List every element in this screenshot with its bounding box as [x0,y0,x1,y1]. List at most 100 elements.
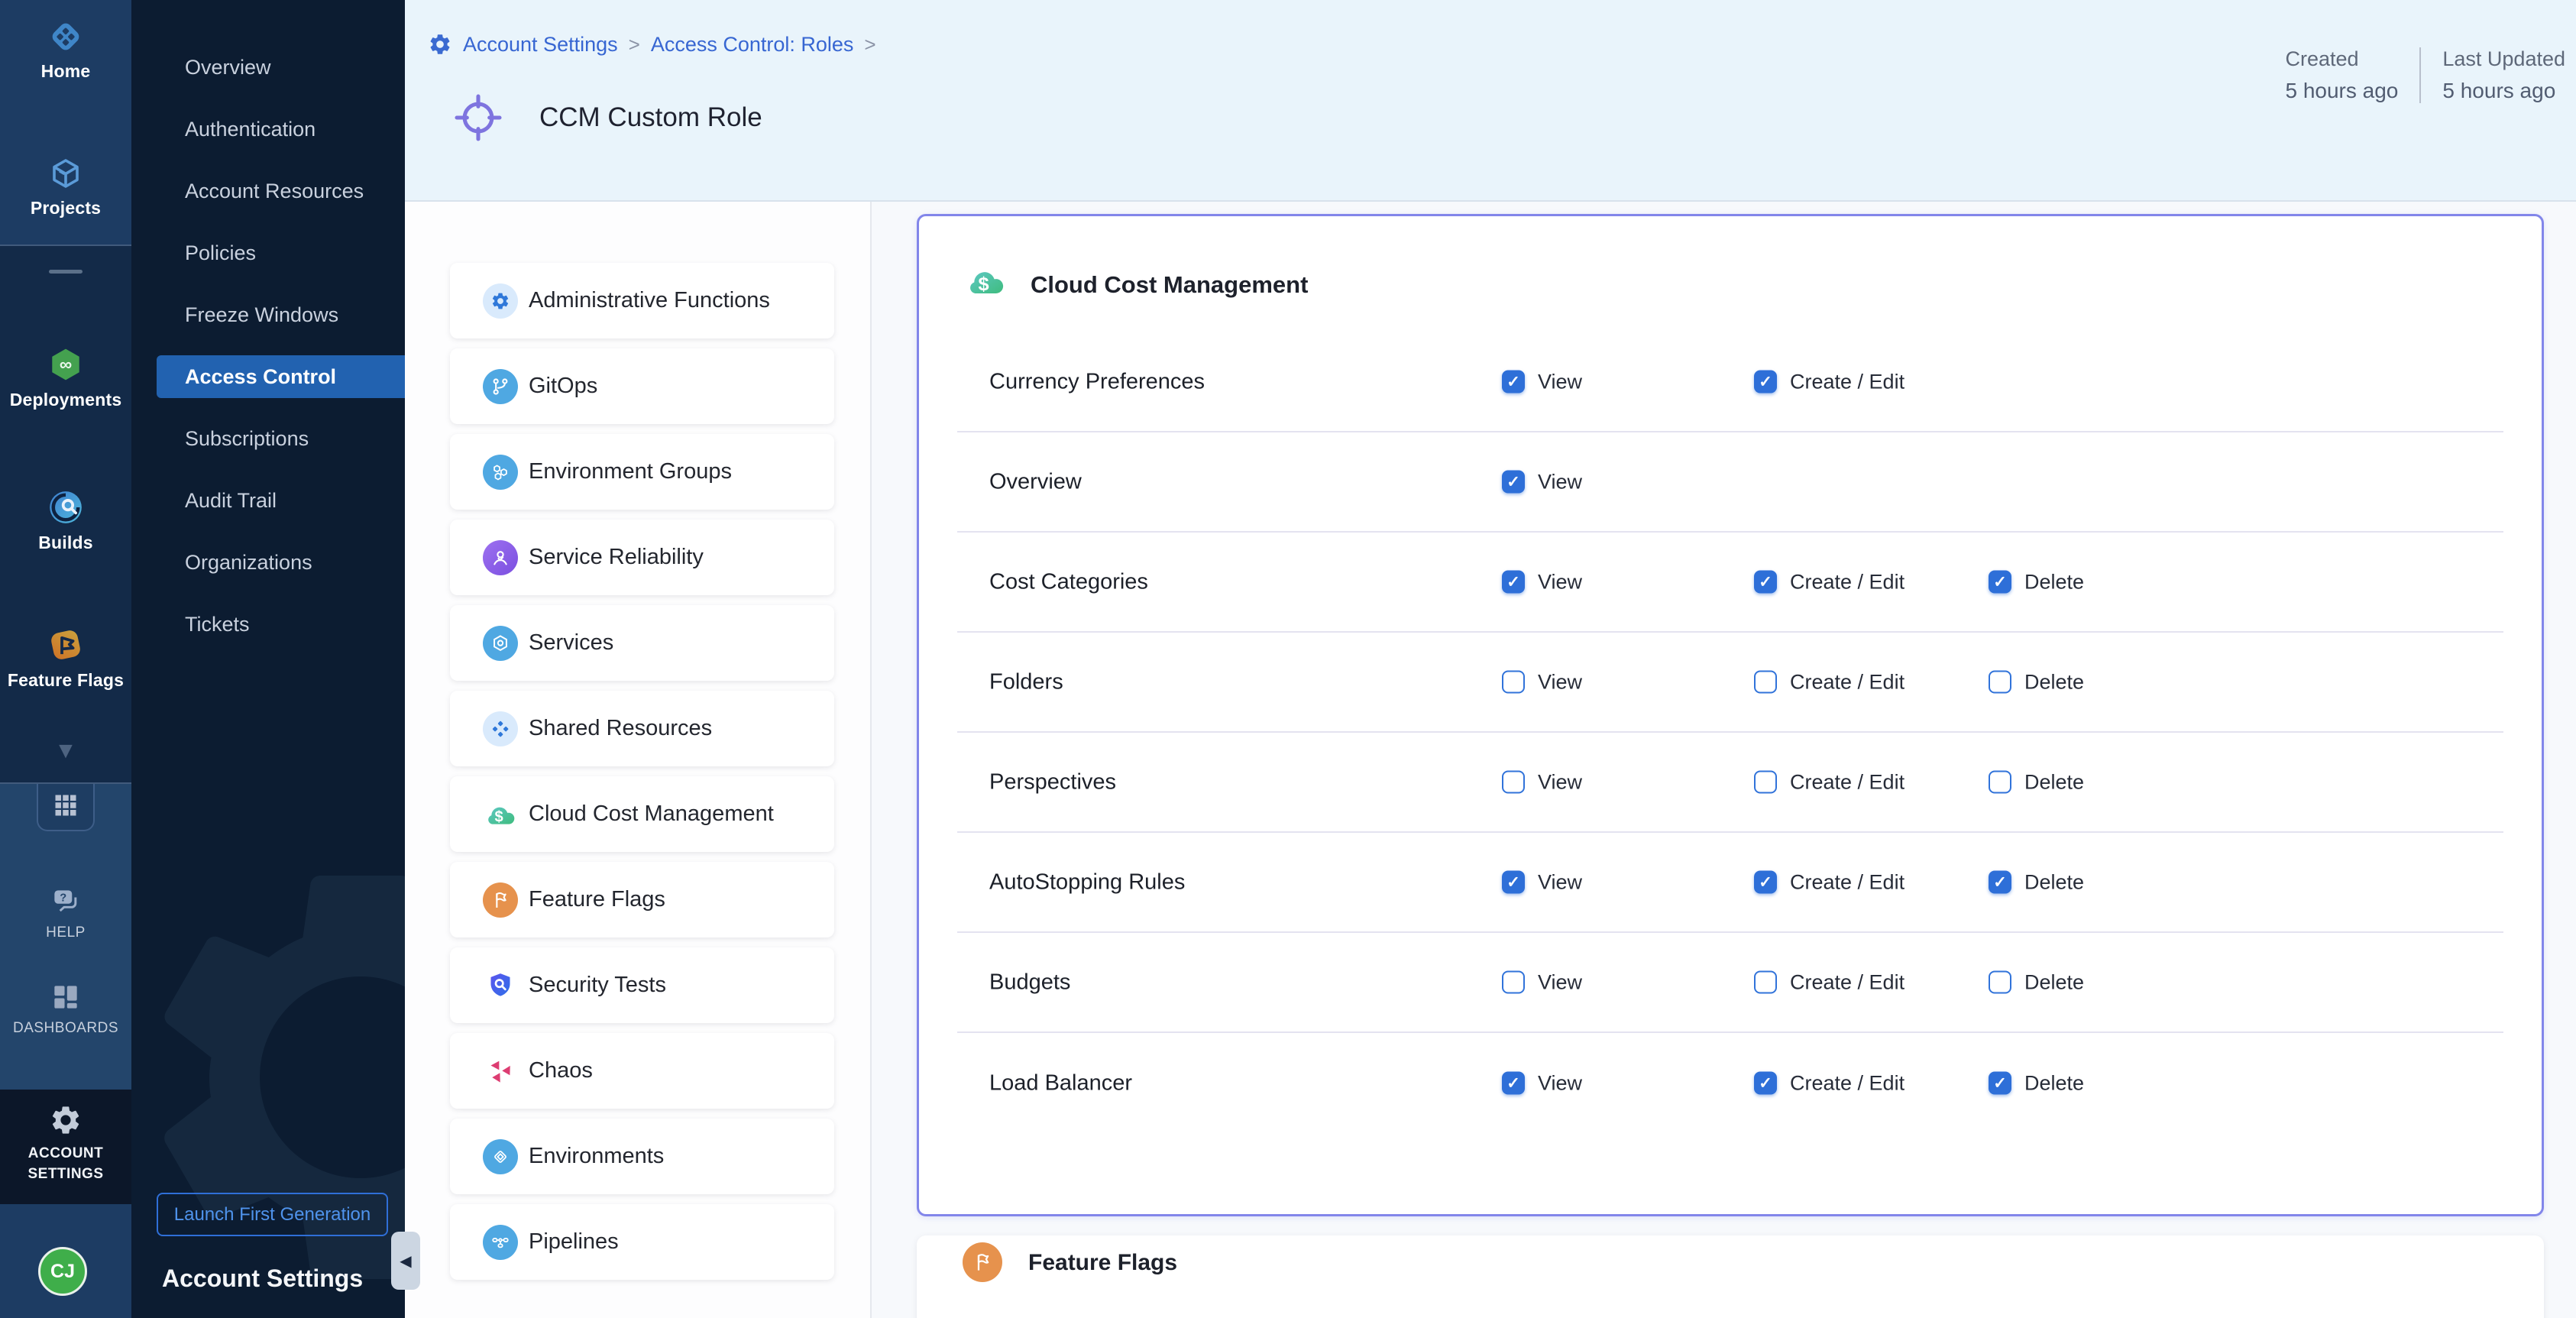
view-checkbox[interactable] [1502,871,1525,894]
sidebar-collapse-button[interactable]: ◀ [391,1232,420,1290]
git-branch-icon [483,369,518,404]
panel-title: Feature Flags [1028,1250,1177,1276]
view-label: View [1538,1071,1582,1095]
resource-card-services[interactable]: Services [450,605,834,681]
rail-item-label: Home [0,61,131,82]
delete-checkbox[interactable] [1989,771,2011,794]
view-cell: View [1502,1071,1582,1095]
resource-card-label: Administrative Functions [529,288,770,313]
delete-checkbox[interactable] [1989,671,2011,694]
permission-name: Perspectives [989,769,1116,795]
create-edit-label: Create / Edit [1790,670,1904,694]
rail-item-label: Projects [0,198,131,219]
view-checkbox[interactable] [1502,971,1525,994]
create-edit-checkbox[interactable] [1754,1072,1777,1095]
settings-nav-item-policies[interactable]: Policies [157,232,405,274]
delete-cell: Delete [1989,670,2084,694]
resource-card-service-reliability[interactable]: Service Reliability [450,520,834,595]
create-edit-checkbox[interactable] [1754,571,1777,594]
page-body: Administrative Functions GitOps Environm… [405,202,2576,1318]
permission-name: AutoStopping Rules [989,869,1185,895]
delete-checkbox[interactable] [1989,1072,2011,1095]
permission-row-perspectives: Perspectives View Create / Edit Delete [957,733,2503,833]
gear-icon [483,283,518,319]
view-checkbox[interactable] [1502,371,1525,393]
rail-collapse-dash[interactable] [49,270,83,274]
create-edit-checkbox[interactable] [1754,671,1777,694]
flag-icon [963,1242,1002,1282]
resource-card-feature-flags[interactable]: Feature Flags [450,862,834,937]
rail-item-account-settings[interactable]: ACCOUNT SETTINGS [0,1103,131,1184]
create-edit-cell: Create / Edit [1754,1071,1904,1095]
dashboards-grid-icon [0,980,131,1014]
cube-icon [0,155,131,192]
avatar[interactable]: CJ [38,1247,87,1296]
create-edit-checkbox[interactable] [1754,371,1777,393]
resource-card-environments[interactable]: Environments [450,1119,834,1194]
resource-card-shared-resources[interactable]: Shared Resources [450,691,834,766]
settings-nav-item-audit-trail[interactable]: Audit Trail [157,479,405,522]
view-checkbox[interactable] [1502,671,1525,694]
view-checkbox[interactable] [1502,1072,1525,1095]
resource-card-security-tests[interactable]: Security Tests [450,947,834,1023]
launch-first-generation-button[interactable]: Launch First Generation [157,1193,388,1236]
permission-name: Overview [989,469,1082,494]
create-edit-label: Create / Edit [1790,1071,1904,1095]
view-checkbox[interactable] [1502,771,1525,794]
deployments-hexagon-icon: ∞ [0,345,131,384]
rail-item-builds[interactable]: Builds [0,488,131,553]
rail-item-feature-flags[interactable]: Feature Flags [0,626,131,691]
settings-nav-item-authentication[interactable]: Authentication [157,108,405,151]
chevron-down-icon[interactable]: ▼ [0,738,131,764]
resource-card-gitops[interactable]: GitOps [450,348,834,424]
permission-row-budgets: Budgets View Create / Edit Delete [957,933,2503,1033]
rail-item-deployments[interactable]: ∞ Deployments [0,345,131,410]
shield-search-icon [483,968,518,1003]
breadcrumb: Account Settings > Access Control: Roles… [428,32,876,57]
permission-name: Load Balancer [989,1070,1132,1096]
delete-checkbox[interactable] [1989,971,2011,994]
rail-item-dashboards[interactable]: DASHBOARDS [0,980,131,1037]
rail-item-label: HELP [0,925,131,941]
sidebar-footer-title: Account Settings [162,1265,363,1293]
rail-item-home[interactable]: Home [0,18,131,82]
resource-card-administrative-functions[interactable]: Administrative Functions [450,263,834,338]
view-checkbox[interactable] [1502,571,1525,594]
settings-nav-item-access-control[interactable]: Access Control [157,355,405,398]
settings-nav-item-account-resources[interactable]: Account Resources [157,170,405,212]
permission-row-currency-preferences: Currency Preferences View Create / Edit … [957,332,2503,432]
create-edit-cell: Create / Edit [1754,570,1904,594]
permission-row-cost-categories: Cost Categories View Create / Edit Delet… [957,533,2503,633]
resource-card-pipelines[interactable]: Pipelines [450,1204,834,1280]
view-checkbox[interactable] [1502,471,1525,494]
delete-checkbox[interactable] [1989,871,2011,894]
create-edit-checkbox[interactable] [1754,871,1777,894]
rail-item-projects[interactable]: Projects [0,155,131,219]
create-edit-checkbox[interactable] [1754,771,1777,794]
permission-name: Budgets [989,970,1070,995]
resource-card-label: Chaos [529,1058,593,1083]
breadcrumb-link-access-control-roles[interactable]: Access Control: Roles [651,33,854,57]
delete-checkbox[interactable] [1989,571,2011,594]
view-cell: View [1502,870,1582,894]
resource-card-cloud-cost-management[interactable]: $ Cloud Cost Management [450,776,834,852]
settings-nav-item-freeze-windows[interactable]: Freeze Windows [157,293,405,336]
create-edit-checkbox[interactable] [1754,971,1777,994]
svg-text:∞: ∞ [60,355,72,374]
settings-nav-item-overview[interactable]: Overview [157,46,405,89]
settings-nav-item-tickets[interactable]: Tickets [157,603,405,646]
settings-nav-item-subscriptions[interactable]: Subscriptions [157,417,405,460]
module-picker-button[interactable] [37,784,95,831]
resource-card-environment-groups[interactable]: Environment Groups [450,434,834,510]
resource-card-chaos[interactable]: Chaos [450,1033,834,1109]
rail-item-help[interactable]: ? HELP [0,885,131,941]
gear-icon [0,1103,131,1137]
settings-nav-item-organizations[interactable]: Organizations [157,541,405,584]
delete-cell: Delete [1989,970,2084,994]
rail-item-label: Builds [0,533,131,553]
view-label: View [1538,470,1582,494]
breadcrumb-link-account-settings[interactable]: Account Settings [463,33,618,57]
last-updated-label: Last Updated [2442,47,2565,71]
flag-icon [483,882,518,918]
help-chat-icon: ? [0,885,131,918]
